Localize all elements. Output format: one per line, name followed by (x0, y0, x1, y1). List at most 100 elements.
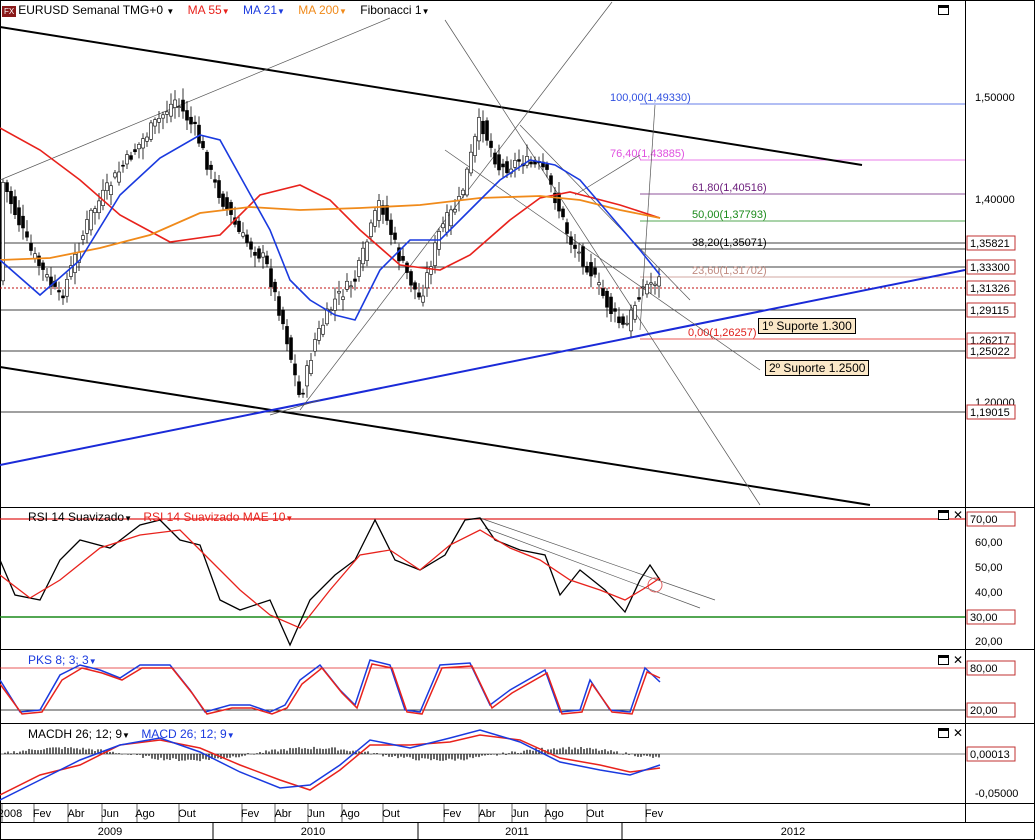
candle-body (29, 242, 33, 251)
candle-body (357, 260, 361, 277)
chevron-down-icon[interactable]: ▼ (285, 514, 293, 523)
chevron-down-icon[interactable]: ▼ (339, 7, 347, 16)
rsi-tick: 50,00 (975, 562, 1003, 574)
candle-body (601, 288, 605, 296)
candle-body (97, 200, 101, 214)
candle-body (333, 298, 337, 311)
candle-body (349, 285, 353, 288)
rsi-mae-label[interactable]: RSI 14 Suavizado MAE 10 (143, 510, 285, 524)
candle-body (413, 282, 417, 290)
candle-body (217, 180, 221, 198)
candle-body (289, 337, 293, 360)
candle-body (221, 193, 225, 207)
candle-body (373, 210, 377, 227)
close-icon[interactable]: ✕ (953, 509, 963, 521)
ma55-label[interactable]: MA 55 (188, 3, 222, 17)
candle-body (41, 262, 45, 270)
month-label: Out (586, 808, 604, 820)
price-level-label: 1,19015 (970, 407, 1010, 419)
symbol-label[interactable]: EURUSD Semanal TMG+0 (18, 3, 163, 17)
ma200-label[interactable]: MA 200 (298, 3, 339, 17)
fibonacci-label[interactable]: Fibonacci 1 (360, 3, 421, 17)
chevron-down-icon[interactable]: ▼ (222, 7, 230, 16)
candle-body (169, 103, 173, 117)
candle-body (649, 282, 653, 285)
candle-body (273, 281, 277, 293)
candle-body (209, 164, 213, 170)
maximize-icon[interactable] (938, 655, 949, 665)
support-2-label[interactable]: 2º Suporte 1.2500 (765, 360, 870, 376)
candle-body (337, 291, 341, 294)
candle-body (113, 172, 117, 178)
chevron-down-icon[interactable]: ▼ (166, 7, 174, 16)
pks-label[interactable]: PKS 8; 3; 3 (28, 653, 89, 667)
fib-label: 50,00(1,37793) (692, 209, 767, 221)
price-tick: 1,50000 (975, 92, 1015, 104)
candle-body (545, 164, 549, 170)
macd-tick: -0,05000 (975, 788, 1018, 800)
fib-label: 100,00(1,49330) (610, 92, 691, 104)
candle-body (173, 99, 177, 108)
ma21-label[interactable]: MA 21 (243, 3, 277, 17)
maximize-icon[interactable] (938, 510, 949, 520)
candle-body (261, 252, 265, 258)
candle-body (205, 151, 209, 170)
rsi-label[interactable]: RSI 14 Suavizado (28, 510, 124, 524)
year-label: 2012 (781, 826, 805, 838)
macd-level-label: 0,00013 (970, 749, 1010, 761)
candle-body (505, 161, 509, 174)
candle-body (129, 155, 133, 160)
chevron-down-icon[interactable]: ▼ (422, 7, 430, 16)
support-1-label[interactable]: 1º Suporte 1.300 (758, 318, 856, 334)
month-label: Out (382, 808, 400, 820)
month-label: Abr (67, 808, 84, 820)
candle-body (493, 152, 497, 165)
price-chart[interactable]: 100,00(1,49330) 76,40(1,43885) 61,80(1,405… (0, 0, 1035, 840)
price-level-label: 1,31326 (970, 283, 1010, 295)
candle-body (621, 316, 625, 325)
candle-body (425, 272, 429, 289)
candle-body (489, 140, 493, 148)
macd-signal-line (0, 734, 661, 796)
macdh-label[interactable]: MACDH 26; 12; 9 (28, 727, 122, 741)
candle-body (613, 308, 617, 312)
chart-header: FX EURUSD Semanal TMG+0 ▼ MA 55▼ MA 21▼ M… (2, 3, 430, 17)
year-label: 2009 (98, 826, 122, 838)
chevron-down-icon[interactable]: ▼ (277, 7, 285, 16)
candle-body (369, 222, 373, 237)
candle-body (389, 219, 393, 235)
candle-body (421, 295, 425, 303)
rsi-tick: 40,00 (975, 587, 1003, 599)
chevron-down-icon[interactable]: ▼ (122, 731, 130, 740)
candle-body (609, 296, 613, 315)
candle-body (101, 189, 105, 206)
macd-label[interactable]: MACD 26; 12; 9 (141, 727, 226, 741)
price-level-label: 1,35821 (970, 238, 1010, 250)
chevron-down-icon[interactable]: ▼ (124, 514, 132, 523)
candle-body (13, 196, 17, 216)
close-icon[interactable]: ✕ (953, 654, 963, 666)
candle-body (81, 235, 85, 240)
candle-body (345, 280, 349, 290)
month-label: Out (178, 808, 196, 820)
price-level-label: 1,29115 (970, 305, 1009, 317)
candle-body (513, 160, 517, 168)
chevron-down-icon[interactable]: ▼ (227, 731, 235, 740)
rsi-tick: 60,00 (975, 537, 1003, 549)
candle-body (465, 168, 469, 196)
candle-body (1, 182, 5, 282)
candle-body (293, 363, 297, 376)
fib-label: 76,40(1,43885) (610, 148, 685, 160)
month-label: Ago (135, 808, 155, 820)
pks-d-line (0, 663, 661, 715)
chevron-down-icon[interactable]: ▼ (89, 657, 97, 666)
candle-body (189, 116, 193, 125)
close-icon[interactable]: ✕ (953, 727, 963, 739)
maximize-icon[interactable] (938, 728, 949, 738)
price-tick: 1,40000 (975, 194, 1015, 206)
candle-body (25, 231, 29, 238)
candle-body (185, 110, 189, 121)
rsi-line (0, 517, 661, 647)
month-label: Fev (33, 808, 52, 820)
maximize-icon[interactable] (938, 5, 949, 15)
